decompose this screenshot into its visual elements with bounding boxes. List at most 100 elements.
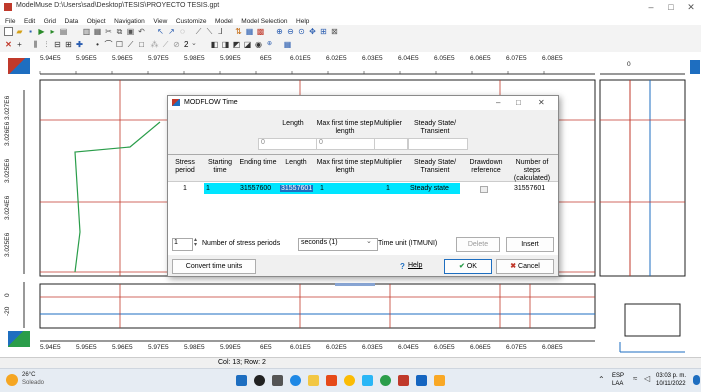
straight-line-icon[interactable]: ⟋ (126, 40, 135, 49)
dialog-maximize-button[interactable]: □ (516, 98, 521, 107)
cancel-button[interactable]: ✖ Cancel (496, 259, 554, 274)
minimize-button[interactable]: – (641, 0, 661, 14)
undo-icon[interactable]: ↶ (137, 27, 146, 36)
weather-temp[interactable]: 26°C (22, 372, 35, 378)
menu-file[interactable]: File (5, 18, 15, 25)
grid-line-icon[interactable]: ⟍ (205, 27, 214, 36)
chrome-icon[interactable] (344, 375, 355, 386)
add-column-icon[interactable]: ⫼ (31, 40, 40, 49)
menu-help[interactable]: Help (296, 18, 309, 25)
menu-grid[interactable]: Grid (44, 18, 56, 25)
insert-button[interactable]: Insert (506, 237, 554, 252)
cell-length[interactable]: 31557601 (280, 185, 314, 192)
cell-ending-time[interactable]: 31557600 (240, 185, 271, 192)
group-steady-select[interactable] (408, 138, 468, 150)
zoom-out-icon[interactable]: ⊖ (286, 27, 295, 36)
task-view-icon[interactable] (272, 375, 283, 386)
menu-model-selection[interactable]: Model Selection (241, 18, 287, 25)
table-row[interactable]: 1 1 31557600 31557601 1 1 Steady state 3… (168, 183, 558, 194)
generate-grid-icon[interactable]: ▦ (245, 27, 254, 36)
front-view-icon[interactable]: ◨ (221, 40, 230, 49)
new-file-icon[interactable] (4, 27, 13, 36)
clock-date[interactable]: 10/11/2022 (656, 381, 686, 387)
menu-view[interactable]: View (153, 18, 167, 25)
chevron-down-icon[interactable]: ⌄ (191, 39, 197, 47)
add-vertex-icon[interactable]: + (15, 40, 24, 49)
spacing-icon[interactable]: ⊞ (64, 40, 73, 49)
zoom-icon[interactable]: ⊙ (297, 27, 306, 36)
convert-time-units-button[interactable]: Convert time units (172, 259, 256, 274)
coordinates-icon[interactable]: ⊕ (265, 40, 274, 49)
word-icon[interactable] (416, 375, 427, 386)
copy-icon[interactable]: ⧉ (115, 27, 124, 36)
print-icon[interactable]: ▥ (82, 27, 91, 36)
run-icon[interactable]: ▶ (37, 27, 46, 36)
paste-icon[interactable]: ▣ (126, 27, 135, 36)
start-icon[interactable] (236, 375, 247, 386)
lasso-icon[interactable]: ◌ (178, 27, 187, 36)
color-grid-icon[interactable]: ▩ (256, 27, 265, 36)
menu-edit[interactable]: Edit (24, 18, 35, 25)
group-multiplier-input[interactable] (374, 138, 408, 150)
split-icon[interactable]: ⅃ (216, 27, 225, 36)
chevron-down-icon[interactable]: ⌄ (366, 237, 372, 245)
measure-icon[interactable]: ⊘ (172, 40, 181, 49)
print-preview-icon[interactable]: ▦ (93, 27, 102, 36)
top-view-icon[interactable]: ◪ (243, 40, 252, 49)
store-icon[interactable] (362, 375, 373, 386)
point-object-icon[interactable]: • (93, 40, 102, 49)
menu-navigation[interactable]: Navigation (114, 18, 145, 25)
pan-icon[interactable]: ✥ (308, 27, 317, 36)
cell-multiplier[interactable]: 1 (386, 185, 390, 192)
menu-customize[interactable]: Customize (176, 18, 207, 25)
add-row-icon[interactable]: ⫶ (42, 40, 51, 49)
num-periods-input[interactable]: 1 (172, 238, 193, 251)
menu-object[interactable]: Object (87, 18, 106, 25)
cut-icon[interactable]: ✂ (104, 27, 113, 36)
subdivide-icon[interactable]: ⊟ (53, 40, 62, 49)
export-icon[interactable]: ▤ (59, 27, 68, 36)
polygon-object-icon[interactable]: ☐ (115, 40, 124, 49)
search-icon[interactable] (254, 375, 265, 386)
keyboard-layout[interactable]: LAA (612, 381, 623, 387)
zoom-in-icon[interactable]: ⊕ (275, 27, 284, 36)
volume-icon[interactable]: ◁ (644, 374, 650, 383)
delete-button[interactable]: Delete (456, 237, 500, 252)
close-button[interactable]: ✕ (681, 0, 701, 14)
maximize-button[interactable]: □ (661, 0, 681, 14)
language-indicator[interactable]: ESP (612, 373, 624, 379)
folder-icon[interactable] (308, 375, 319, 386)
screen-capture-icon[interactable]: ▦ (283, 40, 292, 49)
group-max-first-input[interactable]: 0 (316, 138, 376, 150)
grid-angle-icon[interactable]: ⟋ (194, 27, 203, 36)
rectangle-object-icon[interactable]: □ (137, 40, 146, 49)
weather-text[interactable]: Soleado (22, 380, 44, 386)
spin-buttons-icon[interactable]: ▴ ▾ (194, 237, 197, 248)
cell-starting-time[interactable]: 1 (206, 185, 210, 192)
dialog-close-button[interactable]: ✕ (538, 98, 545, 107)
save-icon[interactable]: ▪ (26, 27, 35, 36)
notification-icon[interactable] (693, 375, 700, 385)
select-point-icon[interactable]: ↗ (167, 27, 176, 36)
office-icon[interactable] (326, 375, 337, 386)
zoom-extents-icon[interactable]: ⊞ (319, 27, 328, 36)
edit-vertex-icon[interactable]: ⁂ (150, 40, 159, 49)
side-view-icon[interactable]: ◩ (232, 40, 241, 49)
open-folder-icon[interactable]: ▰ (15, 27, 24, 36)
dialog-minimize-button[interactable]: – (496, 98, 500, 107)
app-icon[interactable] (434, 375, 445, 386)
layer-view-icon[interactable]: ◧ (210, 40, 219, 49)
run-model-icon[interactable]: ▸ (48, 27, 57, 36)
menu-model[interactable]: Model (215, 18, 233, 25)
edge-icon[interactable] (290, 375, 301, 386)
menu-data[interactable]: Data (65, 18, 79, 25)
line-object-icon[interactable]: ⌒ (104, 40, 113, 49)
select-object-icon[interactable]: ↖ (156, 27, 165, 36)
zoom-level-value[interactable]: 2 (184, 40, 188, 49)
ruler-icon[interactable]: ⟋ (161, 40, 170, 49)
clock-time[interactable]: 03:03 p. m. (656, 373, 686, 379)
help-button[interactable]: Help (408, 262, 422, 269)
delete-icon[interactable]: ✕ (4, 40, 13, 49)
restore-default-view-icon[interactable]: ⊠ (330, 27, 339, 36)
whatsapp-icon[interactable] (380, 375, 391, 386)
